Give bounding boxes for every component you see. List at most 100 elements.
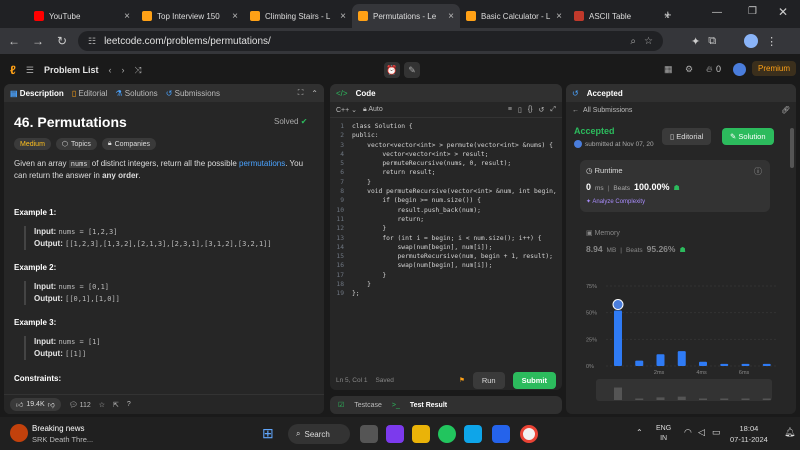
- chart-bar[interactable]: [635, 360, 644, 366]
- clock[interactable]: 18:04 07-11-2024: [730, 423, 768, 445]
- chrome-icon[interactable]: [520, 425, 538, 443]
- battery-icon[interactable]: ▭: [712, 427, 721, 438]
- comments-button[interactable]: 💬︎ 112: [69, 401, 91, 409]
- bookmark-star-icon[interactable]: ☆: [644, 36, 653, 47]
- chart-bar[interactable]: [656, 354, 665, 366]
- tab-solutions[interactable]: ⚗ Solutions: [115, 89, 157, 98]
- store-icon[interactable]: [464, 425, 482, 443]
- profile-avatar[interactable]: [744, 34, 759, 48]
- back-icon[interactable]: ←: [6, 34, 22, 48]
- chart-bar[interactable]: [720, 363, 729, 366]
- expand-icon[interactable]: ⛶: [298, 88, 304, 98]
- premium-button[interactable]: Premium: [752, 61, 797, 76]
- run-button[interactable]: Run: [472, 371, 505, 389]
- news-subtitle[interactable]: SRK Death Thre...: [32, 435, 93, 444]
- site-info-icon[interactable]: ☷: [88, 36, 96, 47]
- minimize-button[interactable]: —: [712, 7, 722, 18]
- help-icon[interactable]: ?: [127, 401, 131, 408]
- app-icon[interactable]: [492, 425, 510, 443]
- editorial-button[interactable]: ▯ Editorial: [662, 128, 712, 145]
- permutations-link[interactable]: permutations: [239, 159, 285, 168]
- extension-icon[interactable]: ✦: [691, 35, 700, 48]
- share-icon[interactable]: ⇱: [113, 401, 119, 409]
- news-title[interactable]: Breaking news: [32, 424, 84, 433]
- analyze-complexity-link[interactable]: ✦ Analyze Complexity: [586, 198, 645, 205]
- auto-toggle[interactable]: 🔒︎ Auto: [363, 106, 383, 114]
- browser-tab[interactable]: YouTube ×: [28, 4, 136, 28]
- accepted-tab[interactable]: Accepted: [587, 89, 623, 98]
- chart-bar[interactable]: [762, 363, 771, 366]
- chart-bar[interactable]: [677, 351, 686, 366]
- forward-icon[interactable]: →: [30, 34, 46, 48]
- volume-icon[interactable]: ◁: [698, 427, 705, 438]
- url-field[interactable]: ☷ leetcode.com/problems/permutations/ ⌕ …: [78, 31, 663, 51]
- zoom-icon[interactable]: ⌕: [630, 36, 636, 47]
- file-explorer-icon[interactable]: [412, 425, 430, 443]
- close-window-button[interactable]: ✕: [778, 5, 788, 19]
- companies-chip[interactable]: 🔒︎ Companies: [101, 138, 157, 150]
- scrollbar[interactable]: [790, 128, 794, 168]
- info-icon[interactable]: ⓘ: [754, 166, 762, 177]
- next-problem-icon[interactable]: ›: [121, 65, 124, 75]
- browser-tab[interactable]: ASCII Table ×: [568, 4, 676, 28]
- all-submissions-link[interactable]: All Submissions: [583, 107, 632, 114]
- start-windows-icon[interactable]: ⊞: [262, 425, 274, 442]
- chart-bar[interactable]: [614, 310, 622, 366]
- notification-bell-icon[interactable]: 🔔︎: [784, 427, 795, 438]
- chrome-alt-icon[interactable]: [438, 425, 456, 443]
- like-button[interactable]: 👍︎ 19.4K 👎︎: [10, 398, 61, 411]
- tab-close-icon[interactable]: ×: [340, 11, 346, 22]
- notes-icon[interactable]: ✎: [404, 62, 420, 78]
- solution-button[interactable]: ✎ Solution: [722, 128, 774, 145]
- reload-icon[interactable]: ↻: [54, 34, 70, 48]
- submit-button[interactable]: Submit: [512, 371, 556, 389]
- taskbar-search[interactable]: ⌕ Search: [288, 424, 350, 444]
- memory-heading[interactable]: ▣ Memory: [586, 229, 620, 237]
- link-icon[interactable]: 🔗︎: [781, 106, 790, 114]
- browser-tab[interactable]: Climbing Stairs - L ×: [244, 4, 352, 28]
- extensions-puzzle-icon[interactable]: ⧉: [708, 35, 716, 48]
- tab-close-icon[interactable]: ×: [556, 11, 562, 22]
- task-view-icon[interactable]: [360, 425, 378, 443]
- collapse-icon[interactable]: ⌃: [311, 89, 318, 98]
- chart-bar[interactable]: [741, 363, 750, 366]
- browser-tab[interactable]: Top Interview 150 ×: [136, 4, 244, 28]
- chart-bar[interactable]: [699, 361, 707, 366]
- expand-editor-icon[interactable]: ⤢: [550, 106, 556, 114]
- tab-close-icon[interactable]: ×: [124, 11, 130, 22]
- runtime-card[interactable]: ◷ Runtime ⓘ 0 ms | Beats 100.00% ☗ ✦ Analyz…: [580, 160, 770, 212]
- maximize-button[interactable]: ❐: [748, 6, 757, 17]
- new-tab-button[interactable]: +: [664, 7, 672, 22]
- back-arrow-icon[interactable]: ←: [572, 107, 579, 114]
- browser-tab[interactable]: Permutations - Le ×: [352, 4, 460, 28]
- layout-icon[interactable]: ▦: [664, 64, 673, 75]
- braces-icon[interactable]: {}: [528, 106, 533, 113]
- tab-testcase[interactable]: Testcase: [354, 402, 382, 409]
- language-select[interactable]: C++ ⌄: [336, 106, 357, 114]
- problem-list-link[interactable]: Problem List: [44, 65, 99, 75]
- tab-description[interactable]: ▤ Description: [10, 89, 64, 98]
- leetcode-logo[interactable]: ℓ: [10, 63, 16, 77]
- reset-icon[interactable]: ↺: [539, 106, 545, 114]
- tab-close-icon[interactable]: ×: [232, 11, 238, 22]
- browser-tab[interactable]: Basic Calculator - L ×: [460, 4, 568, 28]
- timer-icon[interactable]: ⏰: [384, 62, 400, 78]
- news-widget-icon[interactable]: [10, 424, 28, 442]
- wifi-icon[interactable]: ◠: [684, 427, 692, 438]
- thumbs-down-icon[interactable]: 👎︎: [48, 400, 55, 409]
- bookmark-icon[interactable]: ▯: [518, 106, 522, 114]
- tab-editorial[interactable]: ▯ Editorial: [72, 89, 108, 98]
- debug-icon[interactable]: ⚑: [459, 376, 465, 384]
- tab-submissions[interactable]: ↺ Submissions: [166, 89, 220, 98]
- copilot-icon[interactable]: [386, 425, 404, 443]
- settings-gear-icon[interactable]: ⚙: [685, 64, 693, 75]
- code-editor[interactable]: 1 class Solution {2 public: 3 vector<vector…: [330, 122, 562, 299]
- user-avatar[interactable]: [733, 63, 746, 76]
- format-icon[interactable]: ≡: [508, 106, 512, 113]
- tray-chevron-icon[interactable]: ⌃: [636, 428, 643, 437]
- menu-icon[interactable]: ⋮: [766, 35, 777, 48]
- topics-chip[interactable]: ⬡ Topics: [55, 138, 97, 150]
- language-indicator[interactable]: ENG IN: [656, 424, 671, 444]
- prev-problem-icon[interactable]: ‹: [108, 65, 111, 75]
- shuffle-icon[interactable]: ⤨: [134, 65, 141, 76]
